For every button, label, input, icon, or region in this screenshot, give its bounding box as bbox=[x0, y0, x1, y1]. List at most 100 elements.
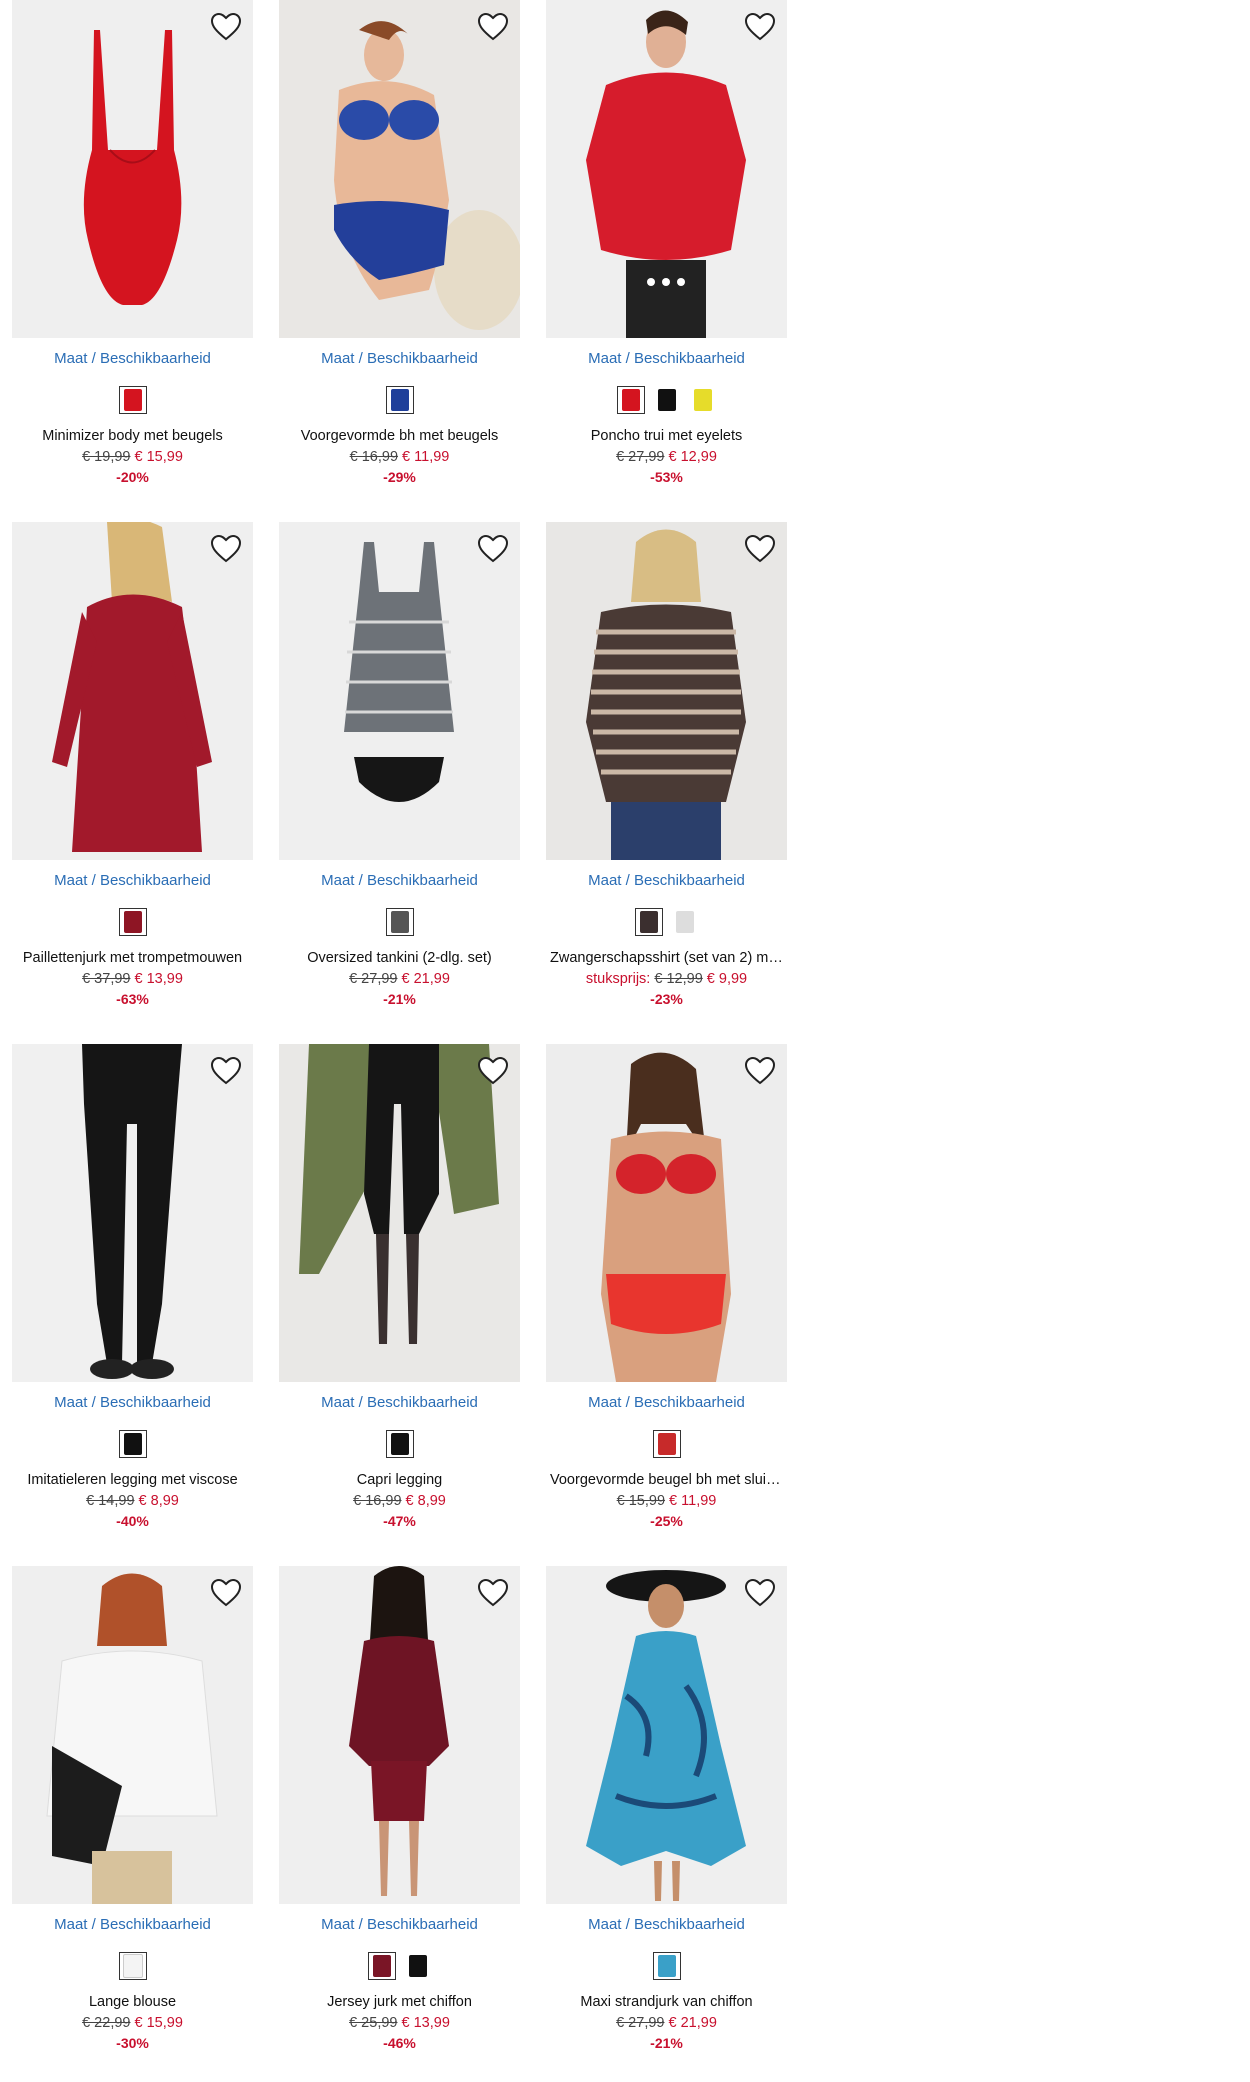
product-card[interactable]: Maat / Beschikbaarheid Imitatieleren leg… bbox=[12, 1044, 253, 1531]
product-image[interactable] bbox=[12, 1044, 253, 1382]
model-burgundy-dress-image bbox=[279, 1566, 520, 1904]
product-price: € 27,99 € 21,99 bbox=[279, 969, 520, 989]
product-title[interactable]: Jersey jurk met chiffon bbox=[279, 1994, 520, 2013]
sale-price: € 8,99 bbox=[405, 1493, 446, 1509]
color-swatch[interactable] bbox=[118, 1952, 147, 1980]
product-title[interactable]: Poncho trui met eyelets bbox=[546, 428, 787, 447]
size-availability-link[interactable]: Maat / Beschikbaarheid bbox=[546, 1394, 787, 1412]
color-swatch[interactable] bbox=[385, 908, 414, 936]
color-swatch[interactable] bbox=[616, 386, 645, 414]
black-leather-legging-image bbox=[12, 1044, 253, 1382]
wishlist-button[interactable] bbox=[209, 10, 243, 44]
product-card[interactable]: Maat / Beschikbaarheid Zwangerschapsshir… bbox=[546, 522, 787, 1009]
wishlist-button[interactable] bbox=[209, 1054, 243, 1088]
color-swatch[interactable] bbox=[653, 386, 681, 414]
size-availability-link[interactable]: Maat / Beschikbaarheid bbox=[546, 872, 787, 890]
color-swatch[interactable] bbox=[118, 908, 147, 936]
product-card[interactable]: Maat / Beschikbaarheid Jersey jurk met c… bbox=[279, 1566, 520, 2053]
wishlist-button[interactable] bbox=[476, 10, 510, 44]
discount-badge: -21% bbox=[383, 991, 416, 1007]
wishlist-button[interactable] bbox=[476, 532, 510, 566]
color-swatch[interactable] bbox=[652, 1430, 681, 1458]
old-price: € 12,99 bbox=[654, 971, 703, 987]
product-card[interactable]: Maat / Beschikbaarheid Maxi strandjurk v… bbox=[546, 1566, 787, 2053]
size-availability-link[interactable]: Maat / Beschikbaarheid bbox=[279, 872, 520, 890]
product-image[interactable] bbox=[279, 1044, 520, 1382]
wishlist-button[interactable] bbox=[476, 1576, 510, 1610]
heart-outline-icon bbox=[744, 12, 776, 41]
wishlist-button[interactable] bbox=[743, 10, 777, 44]
old-price: € 22,99 bbox=[82, 2015, 131, 2031]
color-swatch[interactable] bbox=[385, 1430, 414, 1458]
size-availability-link[interactable]: Maat / Beschikbaarheid bbox=[546, 350, 787, 368]
sale-price: € 11,99 bbox=[669, 1493, 717, 1509]
product-title[interactable]: Capri legging bbox=[279, 1472, 520, 1491]
product-card[interactable]: Maat / Beschikbaarheid Paillettenjurk me… bbox=[12, 522, 253, 1009]
color-swatch[interactable] bbox=[367, 1952, 396, 1980]
color-swatch[interactable] bbox=[689, 386, 717, 414]
product-title[interactable]: Minimizer body met beugels bbox=[12, 428, 253, 447]
product-card[interactable]: Maat / Beschikbaarheid Capri legging € 1… bbox=[279, 1044, 520, 1531]
product-card[interactable]: Maat / Beschikbaarheid Poncho trui met e… bbox=[546, 0, 787, 487]
product-image[interactable] bbox=[12, 522, 253, 860]
color-swatches bbox=[12, 386, 253, 418]
color-swatches bbox=[279, 386, 520, 418]
sale-price: € 13,99 bbox=[401, 2015, 450, 2031]
product-title[interactable]: Voorgevormde bh met beugels bbox=[279, 428, 520, 447]
color-swatch[interactable] bbox=[118, 1430, 147, 1458]
color-swatch[interactable] bbox=[671, 908, 699, 936]
product-title[interactable]: Voorgevormde beugel bh met sluiti… bbox=[546, 1472, 787, 1491]
product-title[interactable]: Paillettenjurk met trompetmouwen bbox=[12, 950, 253, 969]
product-image[interactable] bbox=[546, 522, 787, 860]
wishlist-button[interactable] bbox=[209, 532, 243, 566]
color-swatch[interactable] bbox=[652, 1952, 681, 1980]
discount-badge: -30% bbox=[116, 2035, 149, 2051]
old-price: € 16,99 bbox=[349, 449, 399, 465]
product-title[interactable]: Oversized tankini (2-dlg. set) bbox=[279, 950, 520, 969]
product-image[interactable] bbox=[546, 0, 787, 338]
product-card[interactable]: Maat / Beschikbaarheid Oversized tankini… bbox=[279, 522, 520, 1009]
size-availability-link[interactable]: Maat / Beschikbaarheid bbox=[546, 1916, 787, 1934]
old-price: € 25,99 bbox=[349, 2015, 398, 2031]
product-card[interactable]: Maat / Beschikbaarheid Voorgevormde bh m… bbox=[279, 0, 520, 487]
red-bodysuit-image bbox=[12, 0, 253, 338]
color-swatch[interactable] bbox=[385, 386, 414, 414]
product-price: € 16,99 € 8,99 bbox=[279, 1491, 520, 1511]
product-image[interactable] bbox=[12, 0, 253, 338]
size-availability-link[interactable]: Maat / Beschikbaarheid bbox=[279, 1916, 520, 1934]
product-image[interactable] bbox=[546, 1566, 787, 1904]
product-image[interactable] bbox=[279, 0, 520, 338]
color-swatch[interactable] bbox=[404, 1952, 432, 1980]
size-availability-link[interactable]: Maat / Beschikbaarheid bbox=[279, 350, 520, 368]
color-swatches bbox=[546, 1952, 787, 1984]
size-availability-link[interactable]: Maat / Beschikbaarheid bbox=[279, 1394, 520, 1412]
patterned-tankini-image bbox=[279, 522, 520, 860]
product-title[interactable]: Imitatieleren legging met viscose bbox=[12, 1472, 253, 1491]
color-swatch[interactable] bbox=[118, 386, 147, 414]
product-card[interactable]: Maat / Beschikbaarheid Voorgevormde beug… bbox=[546, 1044, 787, 1531]
wishlist-button[interactable] bbox=[209, 1576, 243, 1610]
product-price: € 15,99 € 11,99 bbox=[546, 1491, 787, 1511]
size-availability-link[interactable]: Maat / Beschikbaarheid bbox=[12, 1916, 253, 1934]
product-image[interactable] bbox=[546, 1044, 787, 1382]
wishlist-button[interactable] bbox=[476, 1054, 510, 1088]
product-title[interactable]: Zwangerschapsshirt (set van 2) met… bbox=[546, 950, 787, 969]
wishlist-button[interactable] bbox=[743, 1054, 777, 1088]
old-price: € 37,99 bbox=[82, 971, 131, 987]
wishlist-button[interactable] bbox=[743, 1576, 777, 1610]
product-card[interactable]: Maat / Beschikbaarheid Minimizer body me… bbox=[12, 0, 253, 487]
wishlist-button[interactable] bbox=[743, 532, 777, 566]
product-title[interactable]: Lange blouse bbox=[12, 1994, 253, 2013]
size-availability-link[interactable]: Maat / Beschikbaarheid bbox=[12, 350, 253, 368]
sale-price: € 21,99 bbox=[668, 2015, 717, 2031]
product-image[interactable] bbox=[279, 1566, 520, 1904]
size-availability-link[interactable]: Maat / Beschikbaarheid bbox=[12, 872, 253, 890]
size-availability-link[interactable]: Maat / Beschikbaarheid bbox=[12, 1394, 253, 1412]
product-title[interactable]: Maxi strandjurk van chiffon bbox=[546, 1994, 787, 2013]
discount-badge: -23% bbox=[650, 991, 683, 1007]
product-image[interactable] bbox=[12, 1566, 253, 1904]
model-sequin-dress-image bbox=[12, 522, 253, 860]
color-swatch[interactable] bbox=[634, 908, 663, 936]
product-image[interactable] bbox=[279, 522, 520, 860]
product-card[interactable]: Maat / Beschikbaarheid Lange blouse € 22… bbox=[12, 1566, 253, 2053]
